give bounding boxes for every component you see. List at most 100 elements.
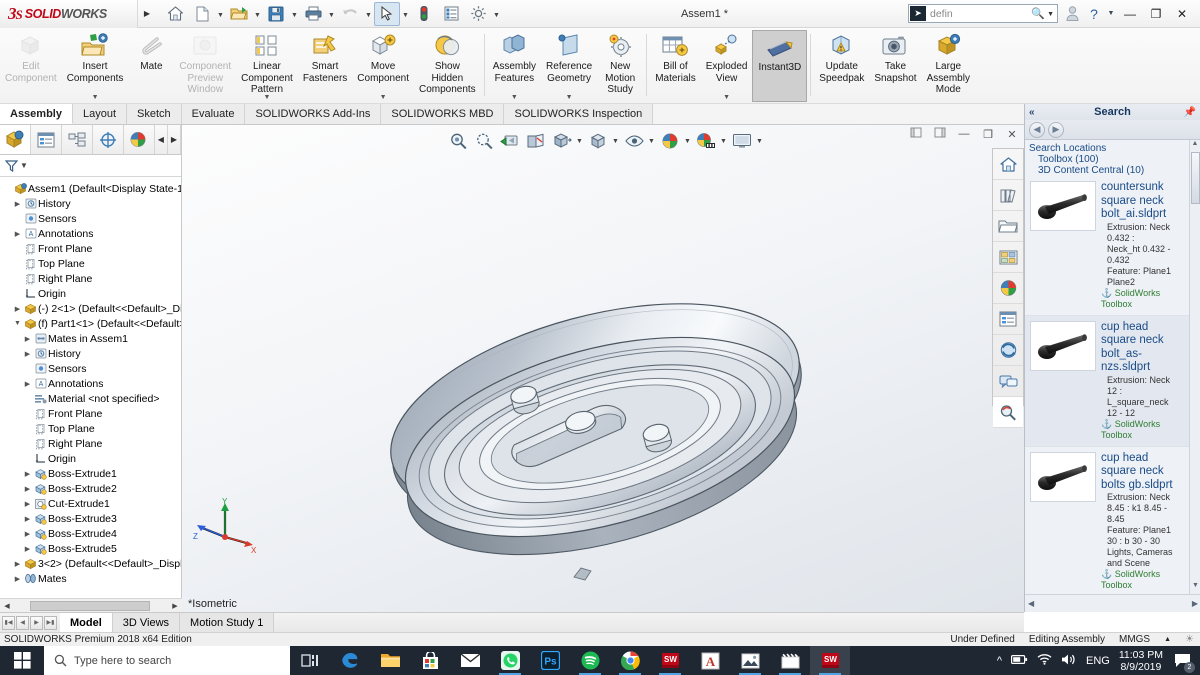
first-tab-button[interactable]: ▮◀: [2, 615, 15, 630]
command-tab-sketch[interactable]: Sketch: [127, 104, 182, 124]
tree-expand-arrow[interactable]: ▶: [22, 530, 33, 538]
file-explorer-icon[interactable]: [993, 211, 1023, 242]
solidworks-logo[interactable]: 3S SOLIDWORKS: [0, 0, 138, 28]
tree-item[interactable]: Top Plane: [0, 421, 181, 436]
dimxpert-manager-tab[interactable]: [93, 125, 124, 154]
search-result-item[interactable]: countersunk square neck bolt_ai.sldprt Ex…: [1025, 176, 1189, 316]
taskbar-clock[interactable]: 11:03 PM 8/9/2019: [1119, 649, 1163, 673]
new-document-icon[interactable]: [189, 2, 215, 26]
command-tab-layout[interactable]: Layout: [72, 104, 128, 124]
viewport-close-button[interactable]: ✕: [1004, 128, 1020, 141]
tree-item[interactable]: ▶ Cut-Extrude1: [0, 496, 181, 511]
tree-horizontal-scrollbar[interactable]: ◀ ▶: [0, 598, 182, 612]
wifi-icon[interactable]: [1037, 653, 1052, 668]
whatsapp-icon[interactable]: [490, 646, 530, 675]
tree-expand-arrow[interactable]: ▶: [22, 350, 33, 358]
tree-item[interactable]: Origin: [0, 451, 181, 466]
new-document-dropdown[interactable]: ▼: [216, 2, 225, 26]
solidworks-taskbar-icon[interactable]: SW: [650, 646, 690, 675]
tree-item[interactable]: ▶ Boss-Extrude3: [0, 511, 181, 526]
tree-item[interactable]: Front Plane: [0, 241, 181, 256]
ribbon-button-linear-component-pattern[interactable]: Linear Component Pattern ▼: [236, 30, 298, 102]
help-dropdown-caret[interactable]: ▼: [1106, 2, 1116, 26]
tree-item[interactable]: Right Plane: [0, 271, 181, 286]
viewport-minimize-button[interactable]: —: [956, 128, 972, 140]
ribbon-button-take-snapshot[interactable]: Take Snapshot: [869, 30, 921, 102]
next-tab-button[interactable]: ▶: [30, 615, 43, 630]
file-explorer-icon[interactable]: [370, 646, 410, 675]
tree-item[interactable]: Front Plane: [0, 406, 181, 421]
search-location-item[interactable]: Toolbox (100): [1029, 154, 1189, 165]
restore-button[interactable]: ❐: [1144, 2, 1168, 26]
view-orientation-dropdown[interactable]: ▼: [576, 138, 584, 145]
command-tab-assembly[interactable]: Assembly: [0, 104, 73, 124]
ribbon-button-move-component[interactable]: Move Component ▼: [352, 30, 414, 102]
graphics-viewport[interactable]: — ❐ ✕ ▼ ▼ ▼ ▼ ▼ ▼ Y Z X *Isometric: [182, 125, 1024, 612]
file-properties-icon[interactable]: [438, 2, 464, 26]
ribbon-button-mate[interactable]: Mate: [128, 30, 174, 102]
display-style-dropdown[interactable]: ▼: [612, 138, 620, 145]
tree-item[interactable]: Sensors: [0, 211, 181, 226]
tree-item[interactable]: ▶ A Annotations: [0, 376, 181, 391]
configuration-manager-tab[interactable]: [62, 125, 93, 154]
tree-filter-bar[interactable]: ▼: [0, 155, 181, 177]
minimize-button[interactable]: —: [1118, 2, 1142, 26]
chrome-icon[interactable]: [610, 646, 650, 675]
feature-tabs-collapse-arrow[interactable]: ◀: [155, 125, 168, 154]
search-magnifier-icon[interactable]: 🔍: [1031, 7, 1045, 20]
solidworks-forum-icon[interactable]: [993, 335, 1023, 366]
search-result-title[interactable]: cup head square neck bolt_as-nzs.sldprt: [1101, 321, 1186, 375]
edge-icon[interactable]: [330, 646, 370, 675]
collapse-chevrons-icon[interactable]: «: [1029, 107, 1035, 118]
print-dropdown[interactable]: ▼: [327, 2, 336, 26]
ribbon-button-instant3d[interactable]: Instant3D: [752, 30, 808, 102]
tree-expand-arrow[interactable]: ▶: [22, 485, 33, 493]
language-indicator[interactable]: ENG: [1086, 655, 1110, 667]
scroll-down-arrow[interactable]: ▼: [1190, 582, 1200, 594]
select-arrow-icon[interactable]: [374, 1, 400, 26]
zoom-to-area-icon[interactable]: [472, 130, 496, 152]
feature-tabs-expand-arrow[interactable]: ▶: [168, 125, 181, 154]
tree-item[interactable]: Top Plane: [0, 256, 181, 271]
mail-icon[interactable]: [450, 646, 490, 675]
save-icon[interactable]: [263, 2, 289, 26]
select-dropdown[interactable]: ▼: [401, 2, 410, 26]
custom-properties-icon[interactable]: [993, 304, 1023, 335]
tree-item[interactable]: Material <not specified>: [0, 391, 181, 406]
ribbon-dropdown-caret[interactable]: ▼: [263, 94, 270, 101]
ribbon-button-reference-geometry[interactable]: Reference Geometry ▼: [541, 30, 597, 102]
section-view-icon[interactable]: [524, 130, 548, 152]
scroll-up-arrow[interactable]: ▲: [1190, 140, 1200, 152]
hide-show-dropdown[interactable]: ▼: [648, 138, 656, 145]
solidworks-resources-icon[interactable]: [993, 149, 1023, 180]
zoom-to-fit-icon[interactable]: [446, 130, 470, 152]
search-result-title[interactable]: cup head square neck bolts gb.sldprt: [1101, 452, 1186, 493]
tree-item[interactable]: ▶ Boss-Extrude2: [0, 481, 181, 496]
scroll-thumb[interactable]: [1191, 152, 1200, 204]
command-tab-solidworks-add-ins[interactable]: SOLIDWORKS Add-Ins: [245, 104, 382, 124]
ribbon-button-large-assembly-mode[interactable]: Large Assembly Mode: [922, 30, 975, 102]
ribbon-button-update-speedpak[interactable]: Update Speedpak: [814, 30, 869, 102]
footer-left-arrow[interactable]: ◀: [1028, 599, 1034, 608]
search-input[interactable]: [930, 7, 1026, 20]
user-account-icon[interactable]: [1062, 2, 1082, 26]
print-icon[interactable]: [300, 2, 326, 26]
tree-item[interactable]: ▶ Mates in Assem1: [0, 331, 181, 346]
search-box[interactable]: ➤ 🔍 ▼: [908, 4, 1058, 23]
apply-scene-icon[interactable]: [694, 130, 718, 152]
save-dropdown[interactable]: ▼: [290, 2, 299, 26]
options-dropdown[interactable]: ▼: [492, 2, 501, 26]
tree-item[interactable]: ▶ 3<2> (Default<<Default>_Display: [0, 556, 181, 571]
windows-start-icon[interactable]: [0, 646, 44, 675]
tree-expand-arrow[interactable]: ▶: [22, 470, 33, 478]
ribbon-dropdown-caret[interactable]: ▼: [380, 94, 387, 101]
property-manager-tab[interactable]: [31, 125, 62, 154]
viewport-restore-button[interactable]: ❐: [980, 128, 996, 141]
scroll-right-arrow[interactable]: ▶: [168, 602, 182, 610]
feature-tree-tab[interactable]: [0, 125, 31, 154]
ribbon-dropdown-caret[interactable]: ▼: [566, 94, 573, 101]
search-location-item[interactable]: 3D Content Central (10): [1029, 165, 1189, 176]
ribbon-dropdown-caret[interactable]: ▼: [511, 94, 518, 101]
search-result-item[interactable]: cup head square neck bolts gb.sldprt Extr…: [1025, 447, 1189, 595]
tree-item[interactable]: ▶ History: [0, 346, 181, 361]
